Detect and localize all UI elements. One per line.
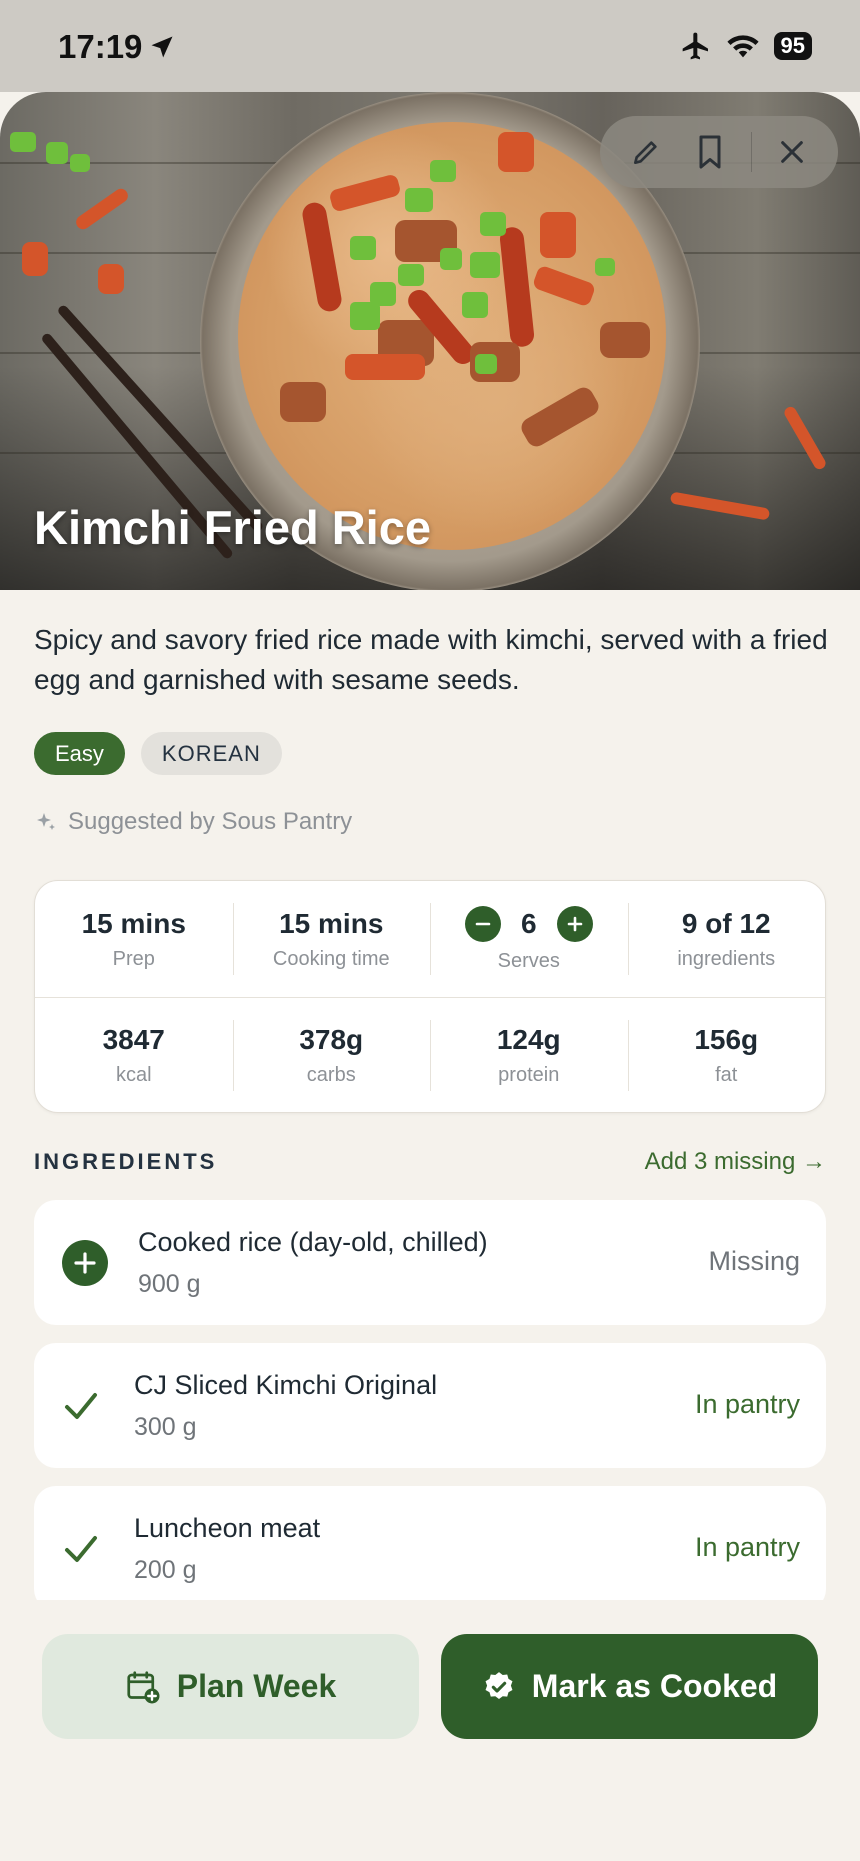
suggested-by: Suggested by Sous Pantry — [34, 808, 352, 836]
suggested-by-text: Suggested by Sous Pantry — [68, 808, 353, 835]
plan-week-label: Plan Week — [176, 1668, 337, 1704]
ingredient-status: In pantry — [694, 1389, 800, 1419]
add-circle-icon[interactable] — [62, 1240, 108, 1286]
stat-protein: 124g protein — [430, 998, 628, 1113]
decrease-serves-button[interactable] — [464, 905, 501, 942]
ingredient-row[interactable]: Luncheon meat 200 g In pantry — [34, 1486, 826, 1600]
status-bar: 17:19 95 — [0, 0, 860, 92]
carbs-value: 378g — [299, 1024, 364, 1055]
increase-serves-button[interactable] — [556, 905, 593, 942]
edit-icon — [634, 141, 657, 164]
prep-label: Prep — [112, 947, 155, 970]
ingredient-quantity: 300 g — [134, 1413, 197, 1441]
stat-fat: 156g fat — [627, 998, 826, 1113]
cooking-time-label: Cooking time — [272, 947, 390, 970]
close-button[interactable] — [768, 128, 816, 176]
kcal-label: kcal — [115, 1064, 152, 1086]
airplane-icon — [682, 32, 708, 60]
plus-icon — [567, 916, 582, 931]
serves-stepper: 6 — [464, 905, 593, 942]
ingredient-name: Luncheon meat — [134, 1513, 321, 1543]
hero-action-bar — [600, 116, 838, 188]
mark-as-cooked-button[interactable]: Mark as Cooked — [441, 1634, 818, 1739]
stat-carbs: 378g carbs — [232, 998, 431, 1113]
plan-week-button[interactable]: Plan Week — [42, 1634, 419, 1739]
mark-as-cooked-label: Mark as Cooked — [531, 1668, 778, 1704]
carbs-label: carbs — [306, 1064, 356, 1086]
bottom-action-bar: Plan Week Mark as Cooked — [0, 1600, 860, 1861]
check-icon — [65, 1536, 97, 1562]
difficulty-tag: Easy — [34, 732, 125, 775]
protein-value: 124g — [496, 1024, 561, 1055]
verified-check-icon — [485, 1671, 513, 1699]
cuisine-tag: KOREAN — [140, 732, 282, 775]
bookmark-button[interactable] — [686, 128, 734, 176]
stat-cooking-time: 15 mins Cooking time — [232, 881, 431, 997]
ingredient-list: Cooked rice (day-old, chilled) 900 g Mis… — [34, 1200, 826, 1600]
ingredient-status: Missing — [708, 1246, 800, 1276]
ingredient-name: CJ Sliced Kimchi Original — [134, 1370, 438, 1400]
battery-icon: 95 — [773, 32, 812, 60]
sparkle-icon — [37, 813, 55, 830]
recipe-stats-card: 15 mins Prep 15 mins Cooking time 6 Serv… — [34, 880, 826, 1113]
ingredient-name: Cooked rice (day-old, chilled) — [138, 1227, 488, 1257]
ingredient-quantity: 900 g — [138, 1270, 201, 1298]
clock-text: 17:19 — [58, 28, 143, 65]
wifi-icon — [726, 35, 759, 58]
edit-button[interactable] — [622, 128, 670, 176]
recipe-description: Spicy and savory fried rice made with ki… — [34, 624, 828, 695]
stat-prep: 15 mins Prep — [35, 881, 233, 997]
minus-icon — [475, 922, 491, 925]
protein-label: protein — [498, 1064, 560, 1086]
close-icon — [781, 141, 803, 163]
stat-serves: 6 Serves — [430, 881, 628, 997]
location-arrow-icon — [151, 36, 173, 58]
kcal-value: 3847 — [102, 1024, 165, 1055]
status-icons: 95 — [680, 30, 812, 62]
add-missing-link[interactable]: Add 3 missing → — [645, 1148, 826, 1176]
ingredients-header: INGREDIENTS Add 3 missing → — [34, 1148, 826, 1176]
ingredient-row[interactable]: CJ Sliced Kimchi Original 300 g In pantr… — [34, 1343, 826, 1468]
serves-value: 6 — [520, 907, 537, 939]
status-time: 17:19 — [58, 28, 176, 66]
stat-kcal: 3847 kcal — [35, 998, 233, 1113]
prep-value: 15 mins — [81, 907, 186, 939]
bookmark-icon — [699, 135, 721, 169]
check-icon — [65, 1393, 97, 1419]
ingredient-row[interactable]: Cooked rice (day-old, chilled) 900 g Mis… — [34, 1200, 826, 1325]
ingredients-count-label: ingredients — [677, 947, 776, 970]
ingredient-quantity: 200 g — [134, 1556, 197, 1584]
fat-label: fat — [715, 1064, 738, 1086]
ingredients-count-value: 9 of 12 — [681, 907, 771, 939]
ingredient-status: In pantry — [694, 1532, 800, 1562]
calendar-add-icon — [127, 1670, 160, 1703]
ingredients-section-title: INGREDIENTS — [34, 1149, 218, 1174]
recipe-hero-image: Kimchi Fried Rice — [0, 92, 860, 590]
cooking-time-value: 15 mins — [279, 907, 384, 939]
recipe-title: Kimchi Fried Rice — [34, 501, 431, 554]
action-divider — [750, 132, 752, 172]
fat-value: 156g — [694, 1024, 759, 1055]
serves-label: Serves — [497, 949, 560, 972]
recipe-tags: Easy KOREAN — [34, 732, 282, 775]
stat-ingredients: 9 of 12 ingredients — [627, 881, 826, 997]
